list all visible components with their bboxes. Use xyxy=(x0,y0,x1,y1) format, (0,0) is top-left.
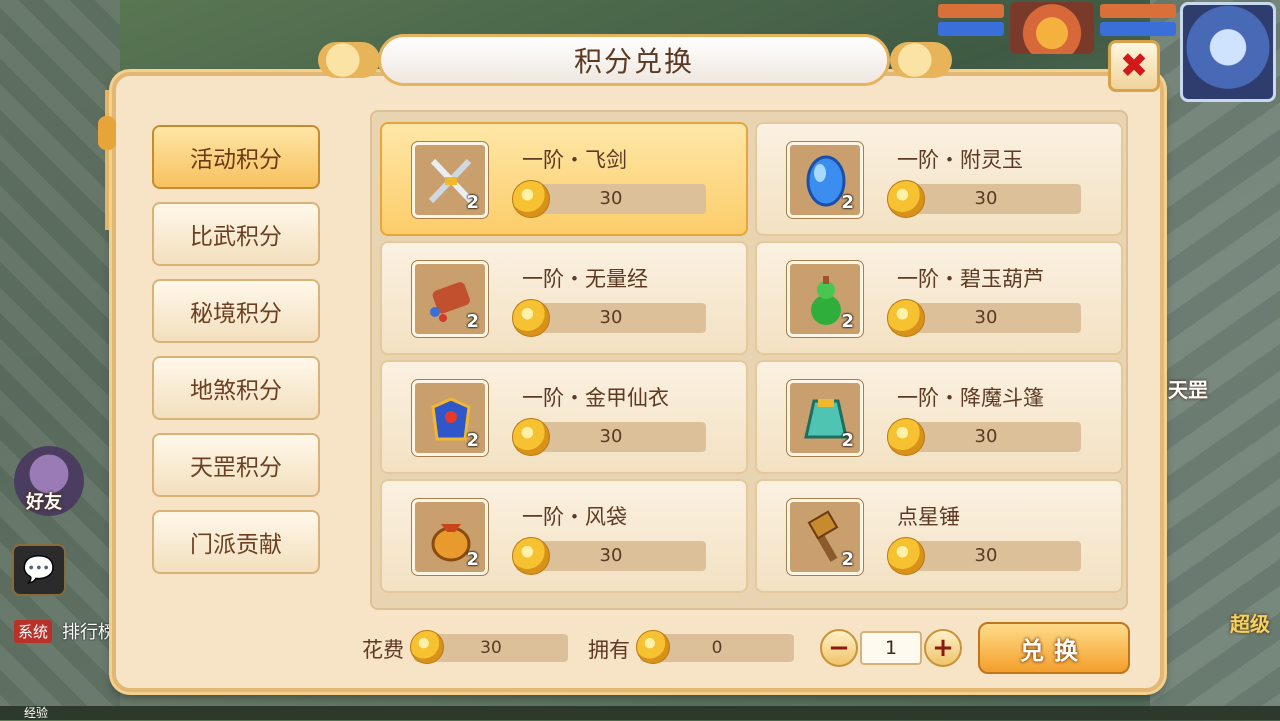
tassel-ornament xyxy=(98,90,116,230)
tab-label: 天罡积分 xyxy=(190,455,282,481)
tab-sect-contribution[interactable]: 门派贡献 xyxy=(152,510,320,574)
exchange-label: 兑换 xyxy=(1020,636,1088,665)
rank-label[interactable]: 排行榜 xyxy=(62,618,116,644)
item-count: 2 xyxy=(466,549,479,570)
item-icon-box: 2 xyxy=(786,260,864,338)
item-name: 一阶・飞剑 xyxy=(522,148,627,172)
item-icon-box: 2 xyxy=(786,498,864,576)
own-label: 拥有 xyxy=(588,638,630,662)
item-card[interactable]: 2 一阶・金甲仙衣 30 xyxy=(380,360,748,474)
item-count: 2 xyxy=(841,430,854,451)
item-count: 2 xyxy=(841,192,854,213)
title-cloud-ornament-right xyxy=(890,42,952,78)
tab-label: 活动积分 xyxy=(190,147,282,173)
coin-icon xyxy=(887,537,925,575)
quantity-field[interactable]: 1 xyxy=(860,631,922,665)
plus-icon: + xyxy=(932,633,954,663)
item-card[interactable]: 2 一阶・附灵玉 30 xyxy=(755,122,1123,236)
coin-icon xyxy=(887,180,925,218)
item-name: 一阶・风袋 xyxy=(522,505,627,529)
coin-icon xyxy=(410,630,444,664)
mp-bar xyxy=(938,22,1004,36)
hp-bar xyxy=(938,4,1004,18)
cost-label: 花费 xyxy=(362,638,404,662)
item-icon-box: 2 xyxy=(411,498,489,576)
item-card[interactable]: 2 一阶・飞剑 30 xyxy=(380,122,748,236)
item-count: 2 xyxy=(841,311,854,332)
minus-icon: − xyxy=(828,633,850,663)
player-avatar[interactable] xyxy=(1180,2,1276,102)
item-card[interactable]: 2 一阶・碧玉葫芦 30 xyxy=(755,241,1123,355)
item-count: 2 xyxy=(841,549,854,570)
title-cloud-ornament-left xyxy=(318,42,380,78)
item-name: 一阶・降魔斗篷 xyxy=(897,386,1044,410)
item-icon-box: 2 xyxy=(411,141,489,219)
item-icon-box: 2 xyxy=(411,260,489,338)
close-icon: ✖ xyxy=(1119,46,1149,86)
tab-earth-fiend-points[interactable]: 地煞积分 xyxy=(152,356,320,420)
tab-activity-points[interactable]: 活动积分 xyxy=(152,125,320,189)
tab-label: 门派贡献 xyxy=(190,532,282,558)
increase-quantity-button[interactable]: + xyxy=(924,629,962,667)
chat-icon: 💬 xyxy=(22,555,56,585)
coin-icon xyxy=(887,299,925,337)
item-card[interactable]: 2 一阶・降魔斗篷 30 xyxy=(755,360,1123,474)
coin-icon xyxy=(512,180,550,218)
item-name: 一阶・金甲仙衣 xyxy=(522,386,669,410)
coin-icon xyxy=(512,418,550,456)
friend-label: 好友 xyxy=(26,492,62,513)
item-count: 2 xyxy=(466,192,479,213)
item-name: 一阶・无量经 xyxy=(522,267,648,291)
item-name: 一阶・附灵玉 xyxy=(897,148,1023,172)
coin-icon xyxy=(636,630,670,664)
page-title: 积分兑换 xyxy=(573,45,694,78)
title-plate: 积分兑换 xyxy=(378,34,890,86)
hero-hp-bar xyxy=(1100,4,1176,18)
coin-icon xyxy=(887,418,925,456)
item-count: 2 xyxy=(466,430,479,451)
system-tag: 系统 xyxy=(14,620,53,643)
item-card[interactable]: 2 点星锤 30 xyxy=(755,479,1123,593)
chat-button[interactable]: 💬 xyxy=(12,544,66,596)
item-card[interactable]: 2 一阶・风袋 30 xyxy=(380,479,748,593)
tab-label: 比武积分 xyxy=(190,224,282,250)
pet-avatar[interactable] xyxy=(1010,2,1094,54)
super-label: 超级 xyxy=(1230,612,1270,636)
item-count: 2 xyxy=(466,311,479,332)
item-card[interactable]: 2 一阶・无量经 30 xyxy=(380,241,748,355)
item-icon-box: 2 xyxy=(786,379,864,457)
tab-secret-realm-points[interactable]: 秘境积分 xyxy=(152,279,320,343)
close-button[interactable]: ✖ xyxy=(1108,40,1160,92)
decrease-quantity-button[interactable]: − xyxy=(820,629,858,667)
item-name: 一阶・碧玉葫芦 xyxy=(897,267,1044,291)
exchange-button[interactable]: 兑换 xyxy=(978,622,1130,674)
exp-bar xyxy=(0,706,1280,720)
item-icon-box: 2 xyxy=(786,141,864,219)
tab-label: 地煞积分 xyxy=(190,378,282,404)
tab-heaven-star-points[interactable]: 天罡积分 xyxy=(152,433,320,497)
coin-icon xyxy=(512,299,550,337)
tab-duel-points[interactable]: 比武积分 xyxy=(152,202,320,266)
item-icon-box: 2 xyxy=(411,379,489,457)
coin-icon xyxy=(512,537,550,575)
item-name: 点星锤 xyxy=(897,505,960,529)
exp-label: 经验 xyxy=(24,706,49,720)
map-label: 天罡 xyxy=(1168,378,1208,402)
hero-mp-bar xyxy=(1100,22,1176,36)
tab-label: 秘境积分 xyxy=(190,301,282,327)
